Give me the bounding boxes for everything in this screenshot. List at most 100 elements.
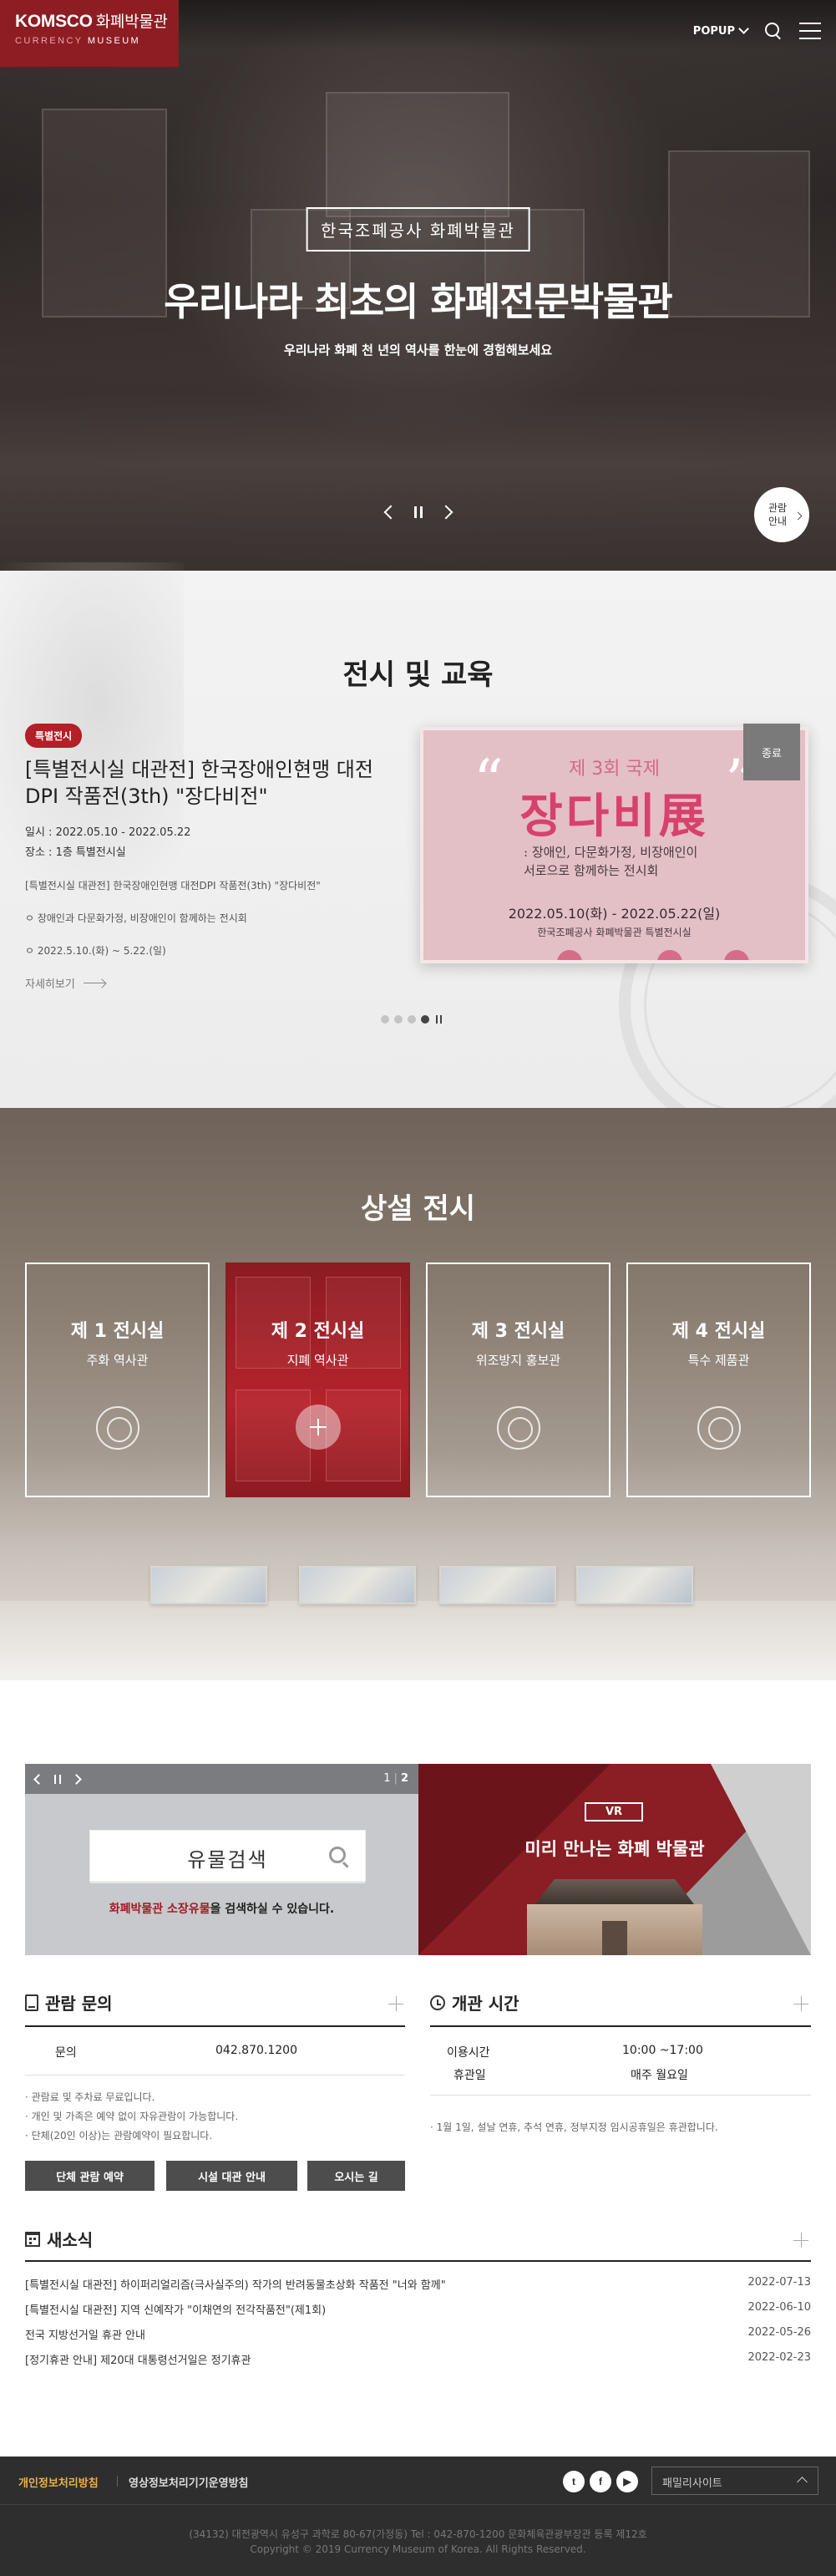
youtube-icon[interactable]: ▶ bbox=[616, 2471, 638, 2492]
chevron-down-icon bbox=[738, 23, 749, 34]
hologram-icon bbox=[496, 1406, 540, 1450]
poster-tagline-line: : 장애인, 다문화가정, 비장애인이 bbox=[524, 845, 698, 860]
divider bbox=[430, 2095, 811, 2096]
inquiry-note: · 관람료 및 주차료 무료입니다. bbox=[25, 2091, 155, 2103]
news-item[interactable]: [특별전시실 대관전] 하이퍼리얼리즘(극사실주의) 작가의 반려동물초상화 작… bbox=[25, 2276, 811, 2292]
popup-toggle[interactable]: POPUP bbox=[692, 23, 749, 38]
hall-desc: 지폐 역사관 bbox=[286, 1353, 349, 1368]
collection-search-title: 유물검색 bbox=[187, 1848, 268, 1872]
next-arrow-icon[interactable] bbox=[438, 505, 453, 520]
read-more-link[interactable]: 자세히보기 bbox=[25, 975, 105, 991]
plus-icon[interactable] bbox=[793, 2233, 808, 2248]
poster-title: 장다비展 bbox=[519, 790, 709, 844]
vr-title: 미리 만나는 화폐 박물관 bbox=[524, 1839, 705, 1859]
logo-brand: KOMSCO 화폐박물관 bbox=[15, 12, 179, 33]
vr-tour-banner[interactable]: VR 미리 만나는 화폐 박물관 bbox=[418, 1764, 811, 1955]
collection-search-box[interactable]: 유물검색 bbox=[89, 1830, 366, 1882]
news-item[interactable]: [특별전시실 대관전] 지역 신예작가 "이채연의 전각작품전"(제1회) 20… bbox=[25, 2301, 811, 2317]
logo-sub-museum: MUSEUM bbox=[87, 36, 141, 46]
family-site-select[interactable]: 패밀리사이트 bbox=[651, 2467, 818, 2495]
hours-label: 휴관일 bbox=[453, 2069, 486, 2082]
page: KOMSCO 화폐박물관 CURRENCY MUSEUM POPUP 한국조폐공사… bbox=[0, 0, 836, 2576]
logo-brand-text: KOMSCO bbox=[15, 12, 93, 31]
exhibition-summary: ㅇ 장애인과 다문화가정, 비장애인이 함께하는 전시회 bbox=[25, 912, 247, 924]
plus-icon[interactable] bbox=[793, 1996, 808, 2011]
banknote-display bbox=[150, 1566, 267, 1604]
poster-tagline-line: 서로으로 함께하는 전시회 bbox=[524, 863, 659, 878]
hours-label: 이용시간 bbox=[447, 2046, 490, 2060]
hall-card-3[interactable]: 제 3 전시실 위조방지 홍보관 bbox=[426, 1263, 611, 1497]
popup-label: POPUP bbox=[692, 24, 735, 38]
divider bbox=[117, 2476, 118, 2487]
hero-description: 우리나라 화폐 천 년의 역사를 한눈에 경험해보세요 bbox=[283, 343, 553, 358]
footer-copyright: Copyright © 2019 Currency Museum of Kore… bbox=[250, 2543, 586, 2555]
inquiry-note: · 개인 및 가족은 예약 없이 자유관람이 가능합니다. bbox=[25, 2111, 239, 2122]
pagination-dot-active[interactable] bbox=[421, 1015, 429, 1024]
news-item-title: [특별전시실 대관전] 지역 신예작가 "이채연의 전각작품전"(제1회) bbox=[25, 2304, 327, 2317]
hero-slider-controls bbox=[383, 505, 453, 520]
pause-icon[interactable] bbox=[436, 1015, 442, 1024]
prev-arrow-icon[interactable] bbox=[33, 1773, 44, 1785]
exhibition-period: 일시 : 2022.05.10 - 2022.05.22 bbox=[25, 826, 191, 839]
inquiry-heading: 관람 문의 bbox=[25, 1990, 113, 2015]
hall-card-1[interactable]: 제 1 전시실 주화 역사관 bbox=[25, 1263, 210, 1497]
tablet-icon bbox=[25, 1994, 38, 2011]
hall-card-2[interactable]: 제 2 전시실 지폐 역사관 bbox=[225, 1263, 410, 1497]
banner-page-indicator: 1 | 2 bbox=[383, 1772, 408, 1785]
hall-desc: 특수 제품관 bbox=[687, 1353, 750, 1368]
next-arrow-icon[interactable] bbox=[71, 1773, 82, 1785]
news-item-title: [특별전시실 대관전] 하이퍼리얼리즘(극사실주의) 작가의 반려동물초상화 작… bbox=[25, 2279, 446, 2292]
privacy-policy-link[interactable]: 개인정보처리방침 bbox=[18, 2474, 99, 2490]
cctv-policy-link[interactable]: 영상정보처리기기운영방침 bbox=[129, 2474, 249, 2490]
banknote-display bbox=[299, 1566, 416, 1604]
prev-arrow-icon[interactable] bbox=[383, 505, 398, 520]
clock-icon bbox=[430, 1994, 445, 2010]
inquiry-note: · 단체(20인 이상)는 관람예약이 필요합니다. bbox=[25, 2130, 213, 2142]
search-icon bbox=[329, 1847, 346, 1863]
hall-name: 제 4 전시실 bbox=[671, 1321, 766, 1342]
hours-title: 개관 시간 bbox=[452, 1994, 519, 2014]
hall-card-4[interactable]: 제 4 전시실 특수 제품관 bbox=[626, 1263, 811, 1497]
calendar-icon bbox=[25, 2231, 40, 2247]
vr-tag: VR bbox=[585, 1802, 643, 1821]
site-logo[interactable]: KOMSCO 화폐박물관 CURRENCY MUSEUM bbox=[0, 0, 179, 67]
family-site-label: 패밀리사이트 bbox=[662, 2477, 722, 2490]
chevron-up-icon bbox=[797, 2477, 808, 2487]
plus-icon[interactable] bbox=[388, 1996, 403, 2011]
pagination-dot[interactable] bbox=[394, 1015, 403, 1024]
hours-heading: 개관 시간 bbox=[430, 1990, 519, 2015]
flower-decoration bbox=[557, 950, 582, 960]
pause-icon[interactable] bbox=[54, 1774, 61, 1784]
facebook-icon[interactable]: f bbox=[590, 2471, 611, 2492]
news-item[interactable]: 전국 지방선거일 휴관 안내 2022-05-26 bbox=[25, 2326, 811, 2342]
hours-value: 10:00 ~17:00 bbox=[622, 2044, 703, 2057]
exhibition-title[interactable]: [특별전시실 대관전] 한국장애인현맹 대전DPI 작품전(3th) "장다비전… bbox=[25, 756, 376, 810]
museum-building-image bbox=[519, 1871, 711, 1955]
pagination-dot[interactable] bbox=[381, 1015, 389, 1024]
hours-note: · 1월 1일, 설날 연휴, 추석 연휴, 정부지정 임시공휴일은 휴관합니다… bbox=[430, 2121, 718, 2133]
divider bbox=[25, 2260, 811, 2262]
display-table bbox=[0, 1601, 836, 1680]
menu-icon[interactable] bbox=[799, 23, 821, 39]
inquiry-label: 문의 bbox=[55, 2046, 77, 2060]
news-item-date: 2022-07-13 bbox=[747, 2276, 811, 2289]
pause-icon[interactable] bbox=[413, 506, 423, 518]
search-icon[interactable] bbox=[764, 22, 783, 40]
hero-subtitle: 한국조폐공사 화폐박물관 bbox=[306, 207, 530, 252]
visit-guide-button[interactable]: 관람 안내 bbox=[754, 487, 809, 542]
banner-controls bbox=[25, 1764, 418, 1794]
pagination-dot[interactable] bbox=[408, 1015, 416, 1024]
facility-rental-button[interactable]: 시설 대관 안내 bbox=[166, 2161, 297, 2191]
news-item-title: [정기휴관 안내] 제20대 대통령선거일은 정기휴관 bbox=[25, 2355, 251, 2367]
coin-icon bbox=[95, 1406, 139, 1450]
slider-pagination bbox=[381, 1015, 442, 1024]
collection-search-desc-highlight: 화폐박물관 소장유물 bbox=[109, 1903, 210, 1916]
hero-title: 우리나라 최초의 화폐전문박물관 bbox=[164, 279, 673, 324]
group-reservation-button[interactable]: 단체 관람 예약 bbox=[25, 2161, 155, 2191]
directions-button[interactable]: 오시는 길 bbox=[307, 2161, 405, 2191]
hero-section: KOMSCO 화폐박물관 CURRENCY MUSEUM POPUP 한국조폐공사… bbox=[0, 0, 836, 571]
collection-search-banner[interactable]: 1 | 2 유물검색 화폐박물관 소장유물을 검색하실 수 있습니다. bbox=[25, 1764, 418, 1955]
exhibition-place: 장소 : 1층 특별전시실 bbox=[25, 846, 126, 859]
news-item[interactable]: [정기휴관 안내] 제20대 대통령선거일은 정기휴관 2022-02-23 bbox=[25, 2351, 811, 2367]
twitter-icon[interactable]: t bbox=[563, 2471, 585, 2492]
